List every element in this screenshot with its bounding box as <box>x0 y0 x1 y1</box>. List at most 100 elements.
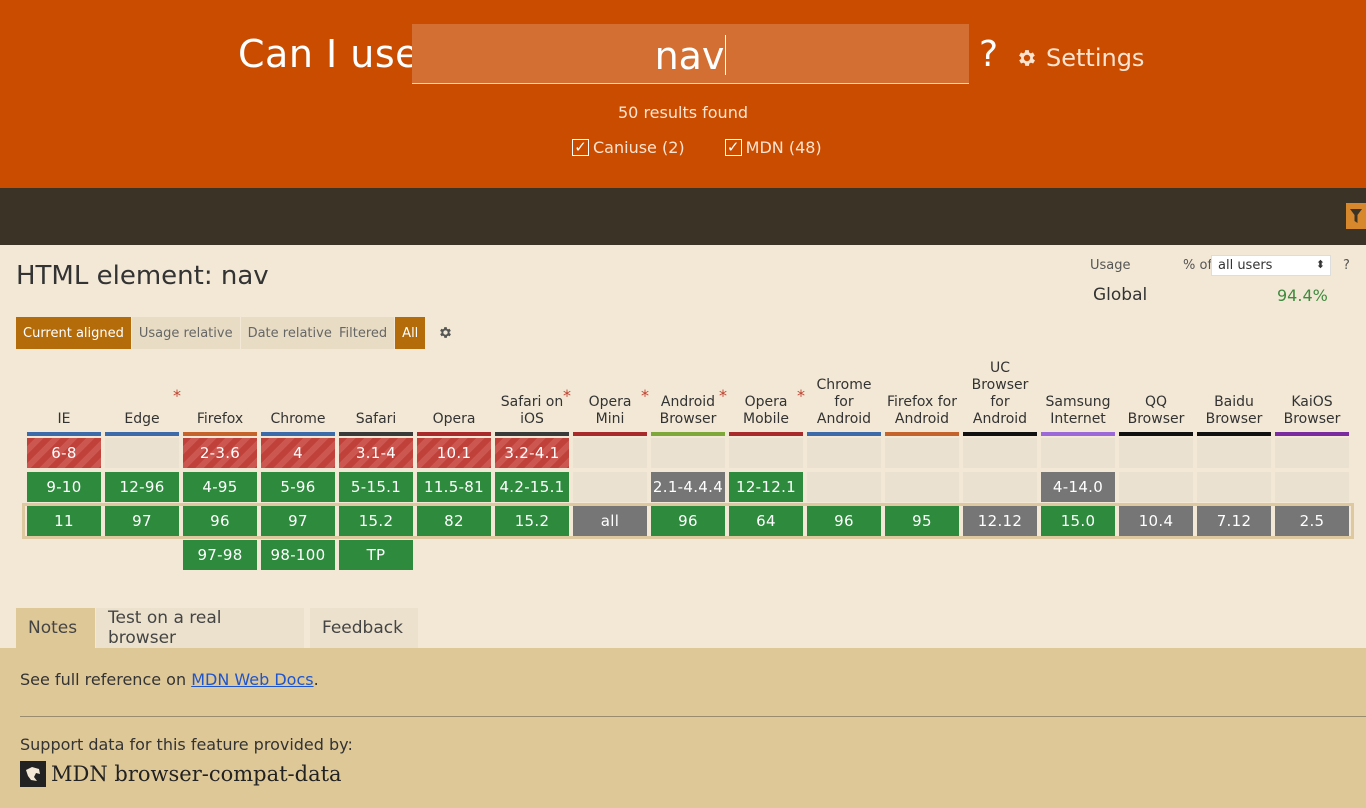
table-settings-gear-icon[interactable] <box>438 325 453 340</box>
version-cell[interactable]: 4-14.0 <box>1041 472 1115 502</box>
version-cell[interactable]: 9-10 <box>27 472 101 502</box>
settings-button[interactable]: Settings <box>1016 44 1144 72</box>
empty-version-cell <box>963 438 1037 468</box>
browser-name: Chrome <box>270 411 326 427</box>
version-cell[interactable]: 97-98 <box>183 540 257 570</box>
browser-header[interactable]: KaiOS Browser <box>1275 360 1349 430</box>
empty-version-cell <box>1197 472 1271 502</box>
usage-relative-button[interactable]: Usage relative <box>131 317 241 349</box>
browser-color-bar <box>1275 432 1349 436</box>
browser-header[interactable]: Samsung Internet <box>1041 360 1115 430</box>
partial-note-star-icon: * <box>641 386 649 405</box>
version-cell[interactable]: 4 <box>261 438 335 468</box>
version-cell[interactable]: 4-95 <box>183 472 257 502</box>
version-cell[interactable]: 6-8 <box>27 438 101 468</box>
tab-feedback[interactable]: Feedback <box>310 608 418 648</box>
filtered-button[interactable]: Filtered <box>332 317 396 349</box>
browser-name: Opera <box>432 411 476 427</box>
browser-name: Edge <box>124 411 160 427</box>
mdn-bcd-label: MDN browser-compat-data <box>51 762 342 786</box>
notes-divider <box>20 716 1366 717</box>
browser-color-bar <box>495 432 569 436</box>
version-cell[interactable]: 10.1 <box>417 438 491 468</box>
empty-version-cell <box>573 438 647 468</box>
site-brand[interactable]: Can I use <box>238 32 419 76</box>
version-cell[interactable]: 98-100 <box>261 540 335 570</box>
search-input[interactable]: nav <box>412 24 969 84</box>
browser-header[interactable]: Safari on iOS <box>495 360 569 430</box>
browser-name: Baidu Browser <box>1205 394 1263 427</box>
tab-test-real-browser[interactable]: Test on a real browser <box>96 608 304 648</box>
browser-header[interactable]: Opera Mobile <box>729 360 803 430</box>
browser-header[interactable]: IE <box>27 360 101 430</box>
mdn-web-docs-link[interactable]: MDN Web Docs <box>191 670 313 689</box>
browser-header[interactable]: Firefox <box>183 360 257 430</box>
browser-name: IE <box>57 411 71 427</box>
empty-version-cell <box>105 438 179 468</box>
browser-header[interactable]: Safari <box>339 360 413 430</box>
checkbox-mdn[interactable]: ✓ <box>724 139 742 156</box>
date-relative-button[interactable]: Date relative <box>240 317 340 349</box>
browser-header[interactable]: Opera Mini <box>573 360 647 430</box>
version-cell[interactable]: 11.5-81 <box>417 472 491 502</box>
browser-header[interactable]: Chrome for Android <box>807 360 881 430</box>
browser-color-bar <box>963 432 1037 436</box>
empty-version-cell <box>885 438 959 468</box>
browser-name: Samsung Internet <box>1045 394 1111 427</box>
checkbox-caniuse[interactable]: ✓ <box>572 139 589 156</box>
browser-header[interactable]: Baidu Browser <box>1197 360 1271 430</box>
version-cell[interactable]: 5-15.1 <box>339 472 413 502</box>
version-cell[interactable]: 2-3.6 <box>183 438 257 468</box>
browser-header[interactable]: Chrome <box>261 360 335 430</box>
version-cell[interactable]: 12-12.1 <box>729 472 803 502</box>
mdn-bcd-credit[interactable]: MDN browser-compat-data <box>20 761 342 787</box>
all-button[interactable]: All <box>395 317 427 349</box>
browser-header[interactable]: Android Browser <box>651 360 725 430</box>
tab-notes[interactable]: Notes <box>16 608 95 648</box>
browser-header[interactable]: QQ Browser <box>1119 360 1193 430</box>
version-cell[interactable]: 3.1-4 <box>339 438 413 468</box>
browser-header[interactable]: Firefox for Android <box>885 360 959 430</box>
select-arrows-icon: ⬍ <box>1315 258 1325 271</box>
users-select-value: all users <box>1218 258 1273 273</box>
browser-name: QQ Browser <box>1127 394 1185 427</box>
browser-name: Android Browser <box>659 394 717 427</box>
version-cell[interactable]: 3.2-4.1 <box>495 438 569 468</box>
feature-title: HTML element: nav <box>16 261 269 291</box>
version-cell[interactable]: TP <box>339 540 413 570</box>
source-filters: ✓ Caniuse (2) ✓ MDN (48) <box>572 138 822 157</box>
version-cell[interactable]: 2.1-4.4.4 <box>651 472 725 502</box>
support-data-text: Support data for this feature provided b… <box>20 735 353 754</box>
empty-version-cell <box>1119 472 1193 502</box>
version-cell[interactable]: 5-96 <box>261 472 335 502</box>
version-cell[interactable]: 12-96 <box>105 472 179 502</box>
partial-note-star-icon: * <box>173 386 181 405</box>
browser-name: Firefox for Android <box>886 394 958 427</box>
browser-header[interactable]: Opera <box>417 360 491 430</box>
notes-suffix: . <box>313 670 319 689</box>
text-caret <box>725 35 727 75</box>
filter-mode-buttons: Filtered All <box>332 317 427 349</box>
empty-version-cell <box>651 438 725 468</box>
empty-version-cell <box>1119 438 1193 468</box>
filter-mdn[interactable]: ✓ MDN (48) <box>724 138 822 157</box>
current-aligned-button[interactable]: Current aligned <box>16 317 132 349</box>
search-value: nav <box>654 34 725 78</box>
empty-version-cell <box>1275 472 1349 502</box>
version-cell[interactable]: 4.2-15.1 <box>495 472 569 502</box>
browser-header[interactable]: Edge <box>105 360 179 430</box>
browser-color-bar <box>339 432 413 436</box>
pct-of-label: % of <box>1183 258 1213 273</box>
current-version-row-highlight <box>22 503 1354 539</box>
browser-color-bar <box>183 432 257 436</box>
users-select[interactable]: all users ⬍ <box>1211 255 1331 276</box>
filter-caniuse-label: Caniuse (2) <box>593 138 685 157</box>
browser-header[interactable]: UC Browser for Android <box>963 360 1037 430</box>
filter-toggle[interactable] <box>1346 203 1366 229</box>
browser-name: Safari on iOS <box>500 394 564 427</box>
filter-caniuse[interactable]: ✓ Caniuse (2) <box>572 138 685 157</box>
usage-help-button[interactable]: ? <box>1343 258 1350 273</box>
browser-name: Opera Mini <box>588 394 632 427</box>
browser-color-bar <box>261 432 335 436</box>
help-button[interactable]: ? <box>979 34 998 75</box>
